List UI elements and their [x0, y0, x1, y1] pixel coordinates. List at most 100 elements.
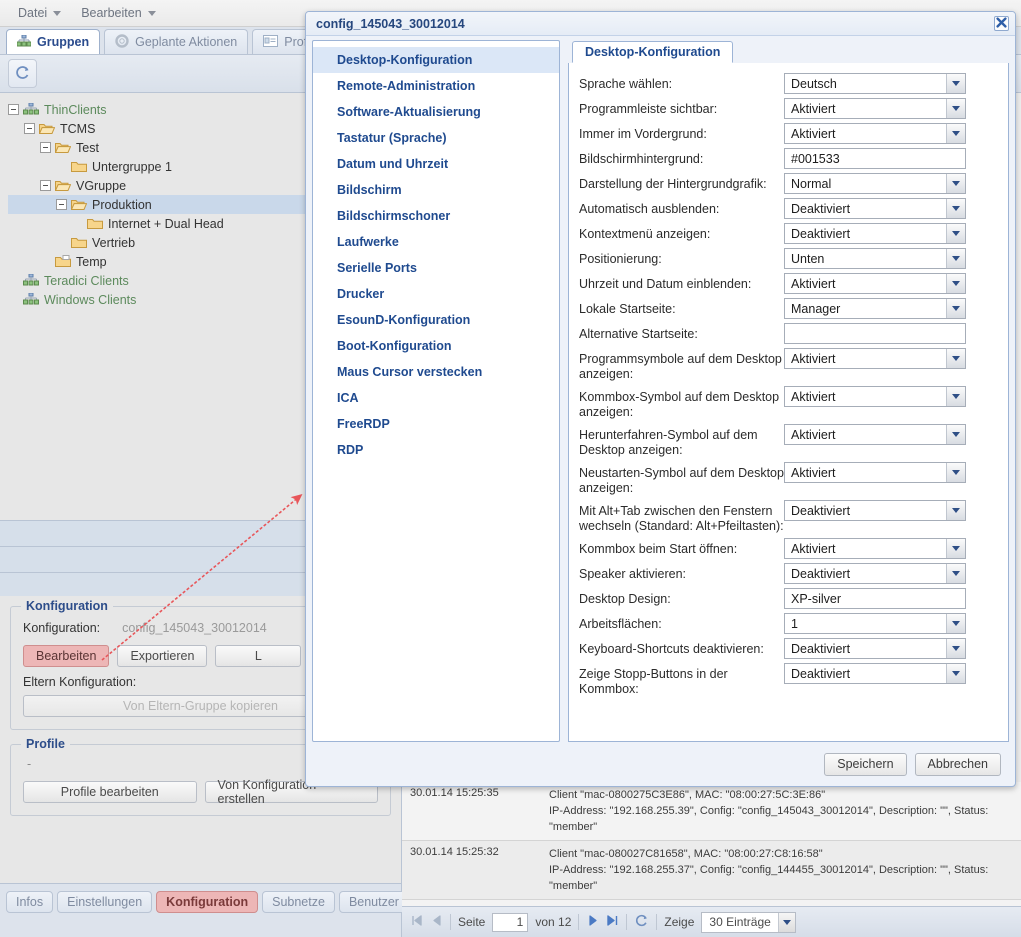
dialog-nav-item-remote-administration[interactable]: Remote-Administration: [313, 73, 559, 99]
log-row[interactable]: 30.01.14 15:25:32Client "mac-080027C8165…: [402, 841, 1021, 900]
select-herunterfahren-symbol-auf-dem-desktop-anzeigen[interactable]: Aktiviert: [784, 424, 966, 445]
bottom-tab-einstellungen[interactable]: Einstellungen: [57, 891, 152, 913]
dialog-nav-item-rdp[interactable]: RDP: [313, 437, 559, 463]
select-arbeitsfl-chen[interactable]: 1: [784, 613, 966, 634]
select-lokale-startseite[interactable]: Manager: [784, 298, 966, 319]
select-sprache-w-hlen[interactable]: Deutsch: [784, 73, 966, 94]
select-kontextmen-anzeigen[interactable]: Deaktiviert: [784, 223, 966, 244]
select-positionierung[interactable]: Unten: [784, 248, 966, 269]
refresh-icon: [14, 64, 31, 84]
select-mit-alt-tab-zwischen-den-fenstern-wechseln-standard-alt-pfeiltasten[interactable]: Deaktiviert: [784, 500, 966, 521]
select-value: Deaktiviert: [785, 639, 946, 658]
bearbeiten-button[interactable]: Bearbeiten: [23, 645, 109, 667]
form-label: Herunterfahren-Symbol auf dem Desktop an…: [579, 424, 784, 458]
dialog-nav-item-serielle-ports[interactable]: Serielle Ports: [313, 255, 559, 281]
select-immer-im-vordergrund[interactable]: Aktiviert: [784, 123, 966, 144]
abbrechen-button[interactable]: Abbrechen: [915, 753, 1001, 776]
select-value: Unten: [785, 249, 946, 268]
page-input[interactable]: 1: [492, 913, 528, 932]
last-page-icon[interactable]: [606, 914, 619, 930]
chevron-down-icon: [53, 11, 61, 16]
refresh-icon[interactable]: [634, 913, 649, 931]
divider: [578, 914, 579, 930]
menu-item-bearbeiten[interactable]: Bearbeiten: [73, 4, 163, 22]
collapse-icon[interactable]: [24, 123, 35, 134]
form-row: Automatisch ausblenden:Deaktiviert: [579, 198, 996, 219]
dialog-nav-item-freerdp[interactable]: FreeRDP: [313, 411, 559, 437]
select-programmleiste-sichtbar[interactable]: Aktiviert: [784, 98, 966, 119]
dialog-nav-item-software-aktualisierung[interactable]: Software-Aktualisierung: [313, 99, 559, 125]
select-zeige-stopp-buttons-in-der-kommbox[interactable]: Deaktiviert: [784, 663, 966, 684]
dialog-nav-item-boot-konfiguration[interactable]: Boot-Konfiguration: [313, 333, 559, 359]
form-row: Desktop Design:XP-silver: [579, 588, 996, 609]
close-button[interactable]: [994, 16, 1009, 31]
select-kommbox-beim-start-ffnen[interactable]: Aktiviert: [784, 538, 966, 559]
dialog-nav-list[interactable]: Desktop-KonfigurationRemote-Administrati…: [312, 40, 560, 742]
bottom-tab-konfiguration[interactable]: Konfiguration: [156, 891, 258, 913]
form-control: Manager: [784, 298, 966, 319]
page-size-select[interactable]: 30 Einträge: [701, 912, 795, 933]
tab-desktop-konfiguration[interactable]: Desktop-Konfiguration: [572, 41, 733, 63]
collapse-icon[interactable]: [40, 180, 51, 191]
dialog-nav-item-esound-konfiguration[interactable]: EsounD-Konfiguration: [313, 307, 559, 333]
collapse-icon[interactable]: [56, 199, 67, 210]
select-darstellung-der-hintergrundgrafik[interactable]: Normal: [784, 173, 966, 194]
first-page-icon[interactable]: [410, 914, 423, 930]
log-message: Client "mac-080027C81658", MAC: "08:00:2…: [549, 846, 1013, 894]
bottom-tab-benutzer[interactable]: Benutzer: [339, 891, 409, 913]
exportieren-button[interactable]: Exportieren: [117, 645, 207, 667]
laden-button[interactable]: L: [215, 645, 301, 667]
tab-gruppen[interactable]: Gruppen: [6, 29, 100, 54]
select-speaker-aktivieren[interactable]: Deaktiviert: [784, 563, 966, 584]
select-automatisch-ausblenden[interactable]: Deaktiviert: [784, 198, 966, 219]
bottom-tab-infos[interactable]: Infos: [6, 891, 53, 913]
tab-geplante-aktionen[interactable]: Geplante Aktionen: [104, 29, 248, 54]
bottom-tab-strip: InfosEinstellungenKonfigurationSubnetzeB…: [0, 883, 402, 937]
folder-icon: [87, 217, 103, 231]
chevron-down-icon: [946, 249, 965, 268]
next-page-icon[interactable]: [586, 914, 599, 930]
bottom-tab-subnetze[interactable]: Subnetze: [262, 891, 335, 913]
chevron-down-icon: [946, 639, 965, 658]
input-bildschirmhintergrund[interactable]: #001533: [784, 148, 966, 169]
prev-page-icon[interactable]: [430, 914, 443, 930]
form-label: Neustarten-Symbol auf dem Desktop anzeig…: [579, 462, 784, 496]
dialog-nav-item-drucker[interactable]: Drucker: [313, 281, 559, 307]
speichern-button[interactable]: Speichern: [824, 753, 906, 776]
menu-item-datei[interactable]: Datei: [10, 4, 69, 22]
chevron-down-icon: [946, 564, 965, 583]
dialog-nav-item-tastatur-sprache-[interactable]: Tastatur (Sprache): [313, 125, 559, 151]
dialog-nav-item-ica[interactable]: ICA: [313, 385, 559, 411]
page-size-label: Zeige: [664, 915, 694, 929]
form-row: Immer im Vordergrund:Aktiviert: [579, 123, 996, 144]
select-programmsymbole-auf-dem-desktop-anzeigen[interactable]: Aktiviert: [784, 348, 966, 369]
form-row: Positionierung:Unten: [579, 248, 996, 269]
dialog-nav-item-maus-cursor-verstecken[interactable]: Maus Cursor verstecken: [313, 359, 559, 385]
dialog-nav-item-datum-und-uhrzeit[interactable]: Datum und Uhrzeit: [313, 151, 559, 177]
dialog-nav-item-bildschirmschoner[interactable]: Bildschirmschoner: [313, 203, 559, 229]
form-control: Aktiviert: [784, 98, 966, 119]
chevron-down-icon: [946, 224, 965, 243]
input-alternative-startseite[interactable]: [784, 323, 966, 344]
collapse-icon[interactable]: [8, 104, 19, 115]
refresh-button[interactable]: [8, 59, 37, 88]
tree-node-label: Test: [76, 141, 99, 155]
input-desktop-design[interactable]: XP-silver: [784, 588, 966, 609]
select-kommbox-symbol-auf-dem-desktop-anzeigen[interactable]: Aktiviert: [784, 386, 966, 407]
select-keyboard-shortcuts-deaktivieren[interactable]: Deaktiviert: [784, 638, 966, 659]
form-control: Aktiviert: [784, 424, 966, 445]
form-control: Unten: [784, 248, 966, 269]
form-label: Positionierung:: [579, 248, 784, 267]
dialog-nav-item-laufwerke[interactable]: Laufwerke: [313, 229, 559, 255]
log-row[interactable]: 30.01.14 15:25:35Client "mac-0800275C3E8…: [402, 782, 1021, 841]
collapse-icon[interactable]: [40, 142, 51, 153]
tree-node-label: VGruppe: [76, 179, 126, 193]
profile-bearbeiten-button[interactable]: Profile bearbeiten: [23, 781, 197, 803]
chevron-down-icon: [946, 99, 965, 118]
dialog-nav-item-bildschirm[interactable]: Bildschirm: [313, 177, 559, 203]
chevron-down-icon: [148, 11, 156, 16]
select-uhrzeit-und-datum-einblenden[interactable]: Aktiviert: [784, 273, 966, 294]
dialog-nav-item-desktop-konfiguration[interactable]: Desktop-Konfiguration: [313, 47, 559, 73]
select-neustarten-symbol-auf-dem-desktop-anzeigen[interactable]: Aktiviert: [784, 462, 966, 483]
form-control: [784, 323, 966, 344]
